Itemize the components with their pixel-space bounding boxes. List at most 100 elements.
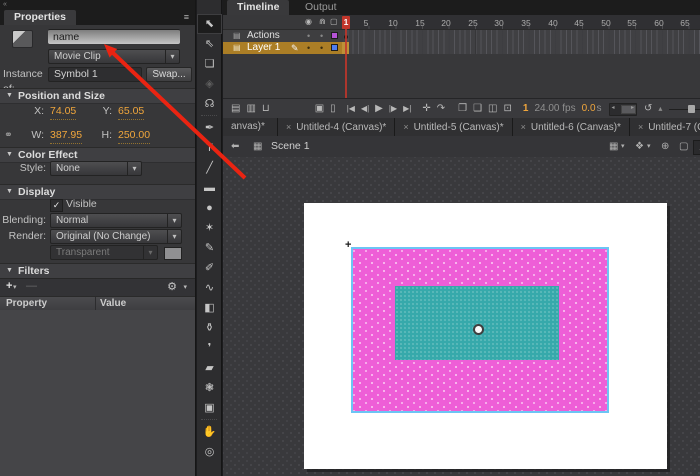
document-tab-untitled-4[interactable]: ×Untitled-4 (Canvas)* — [278, 118, 395, 136]
filters-table-body[interactable] — [0, 310, 195, 476]
scene-name-label[interactable]: Scene 1 — [271, 136, 310, 157]
onion-outlines-icon[interactable]: ❑ — [473, 100, 482, 118]
layer-lock-dot[interactable]: • — [320, 42, 323, 54]
instance-name-input[interactable]: name — [48, 29, 180, 44]
frame-ruler[interactable]: 5 10 15 20 25 30 35 40 45 50 55 60 65 — [342, 15, 700, 30]
center-frame-icon[interactable]: ▣ — [315, 100, 324, 118]
background-color-swatch[interactable] — [164, 247, 182, 260]
section-filters[interactable]: ▼ Filters — [0, 263, 195, 279]
layer-frames-actions[interactable] — [342, 30, 700, 42]
close-icon[interactable]: × — [403, 122, 408, 132]
go-first-frame-icon[interactable]: |◀ — [347, 100, 355, 118]
document-tab-partial[interactable]: anvas)* — [223, 118, 278, 136]
layer-name-cell[interactable]: ▤ Layer 1 ✎ • • — [223, 42, 342, 54]
selected-movie-clip-symbol[interactable] — [351, 247, 609, 413]
insert-marker-icon[interactable]: ✛ — [422, 100, 430, 118]
x-value[interactable]: 74.05 — [50, 104, 76, 120]
collapse-footer-icon[interactable]: ▴ — [658, 100, 662, 118]
w-value[interactable]: 387.95 — [50, 128, 82, 144]
document-tab-untitled-5[interactable]: ×Untitled-5 (Canvas)* — [395, 118, 512, 136]
line-tool[interactable]: ╱ — [197, 158, 222, 178]
clip-content-outline-icon[interactable]: ▢ — [679, 136, 688, 157]
playhead-frame-box[interactable]: 1 — [342, 16, 350, 29]
tab-output[interactable]: Output — [295, 0, 347, 15]
reset-timeline-zoom-icon[interactable]: ↺ — [644, 100, 652, 118]
document-tab-untitled-7[interactable]: ×Untitled-7 (Canvas)* — [630, 118, 700, 136]
layer-visibility-dot[interactable]: • — [307, 30, 310, 42]
new-layer-icon[interactable]: ▤ — [231, 100, 240, 118]
camera-tool[interactable]: ▣ — [197, 398, 222, 418]
hand-tool[interactable]: ✋ — [197, 422, 222, 442]
render-dropdown[interactable]: Original (No Change) ▾ — [50, 229, 182, 244]
frame-rate-value[interactable]: 24.00 fps — [534, 100, 575, 118]
section-position-size[interactable]: ▼ Position and Size — [0, 88, 195, 104]
eraser-tool[interactable]: ▰ — [197, 358, 222, 378]
tab-timeline[interactable]: Timeline — [227, 0, 289, 15]
spray-brush-tool[interactable]: ❃ — [197, 378, 222, 398]
blending-dropdown[interactable]: Normal ▾ — [50, 213, 182, 228]
zoom-tool[interactable]: ◎ — [197, 442, 222, 462]
bone-tool[interactable]: ∿ — [197, 278, 222, 298]
brush-tool[interactable]: ✐ — [197, 258, 222, 278]
elapsed-time-value[interactable]: 0.0 — [582, 100, 596, 118]
scroll-left-icon[interactable]: ◂ — [612, 104, 615, 113]
layer-row-layer-1[interactable]: ▤ Layer 1 ✎ • • — [223, 42, 700, 54]
close-icon[interactable]: × — [638, 122, 643, 132]
symbol-name-field[interactable]: Symbol 1 — [48, 67, 142, 82]
text-tool[interactable]: T — [197, 138, 222, 158]
visible-checkbox[interactable]: ✓ — [50, 199, 63, 212]
timeline-scrollbar[interactable]: ◂ ▸ — [609, 103, 637, 116]
paint-bucket-tool[interactable]: ◧ — [197, 298, 222, 318]
link-width-height-icon[interactable]: ⚭ — [4, 128, 13, 143]
layer-row-actions[interactable]: ▤ Actions • • — [223, 30, 700, 42]
transformation-point-icon[interactable] — [473, 324, 484, 335]
layer-visibility-dot[interactable]: • — [307, 42, 310, 54]
layer-lock-dot[interactable]: • — [320, 30, 323, 42]
current-frame-value[interactable]: 1 — [523, 100, 529, 118]
step-back-icon[interactable]: ◀| — [361, 100, 369, 118]
oval-tool[interactable]: ● — [197, 198, 222, 218]
pencil-tool[interactable]: ✎ — [197, 238, 222, 258]
delete-layer-icon[interactable]: ⊔ — [262, 100, 270, 118]
polystar-tool[interactable]: ✶ — [197, 218, 222, 238]
onion-skin-icon[interactable]: ❐ — [458, 100, 467, 118]
eyedropper-tool[interactable]: ❜ — [197, 338, 222, 358]
document-tab-untitled-6[interactable]: ×Untitled-6 (Canvas)* — [513, 118, 630, 136]
center-stage-icon[interactable]: ⊕ — [661, 136, 669, 157]
layer-name-cell[interactable]: ▤ Actions • • — [223, 30, 342, 42]
ink-bottle-tool[interactable]: ⚱ — [197, 318, 222, 338]
add-filter-icon[interactable]: + — [6, 280, 12, 292]
swap-button[interactable]: Swap... — [146, 67, 192, 82]
stage-zoom-input[interactable]: 100 — [693, 140, 700, 155]
y-value[interactable]: 65.05 — [118, 104, 144, 120]
pen-tool[interactable]: ✒ — [197, 118, 222, 138]
symbol-type-dropdown[interactable]: Movie Clip ▾ — [48, 49, 180, 64]
filter-options-gear-icon[interactable]: ⚙ — [167, 280, 177, 293]
layer-outline-color-swatch[interactable] — [331, 32, 338, 39]
timeline-zoom-slider[interactable] — [669, 103, 700, 115]
subselection-tool[interactable]: ⇖ — [197, 34, 222, 54]
style-dropdown[interactable]: None ▾ — [50, 161, 142, 176]
edit-scene-icon[interactable]: ▦ — [609, 136, 618, 157]
close-icon[interactable]: × — [521, 122, 526, 132]
tab-properties[interactable]: Properties — [4, 10, 76, 25]
panel-collapse-strip[interactable]: « — [0, 0, 195, 10]
loop-range-icon[interactable]: ↷ — [437, 100, 445, 118]
marker-range-icon[interactable]: ⊡ — [504, 100, 512, 118]
step-forward-icon[interactable]: |▶ — [389, 100, 397, 118]
edit-multiple-frames-icon[interactable]: ◫ — [488, 100, 497, 118]
rectangle-tool[interactable]: ▬ — [197, 178, 222, 198]
close-icon[interactable]: × — [286, 122, 291, 132]
scroll-right-icon[interactable]: ▸ — [631, 104, 634, 113]
3d-rotation-tool[interactable]: ◈ — [197, 74, 222, 94]
edit-symbols-icon[interactable]: ❖ — [635, 136, 644, 157]
lasso-tool[interactable]: ☊ — [197, 94, 222, 114]
selection-tool[interactable]: ⬉ — [197, 14, 222, 34]
play-icon[interactable]: ▶ — [375, 100, 383, 118]
section-display[interactable]: ▼ Display — [0, 184, 195, 200]
layer-outline-color-swatch[interactable] — [331, 44, 338, 51]
eye-icon[interactable]: ◉ — [305, 15, 312, 29]
inner-rectangle-shape[interactable] — [395, 286, 559, 360]
lock-icon[interactable]: ⋒ — [319, 15, 326, 29]
layer-frames-layer-1[interactable] — [342, 42, 700, 54]
